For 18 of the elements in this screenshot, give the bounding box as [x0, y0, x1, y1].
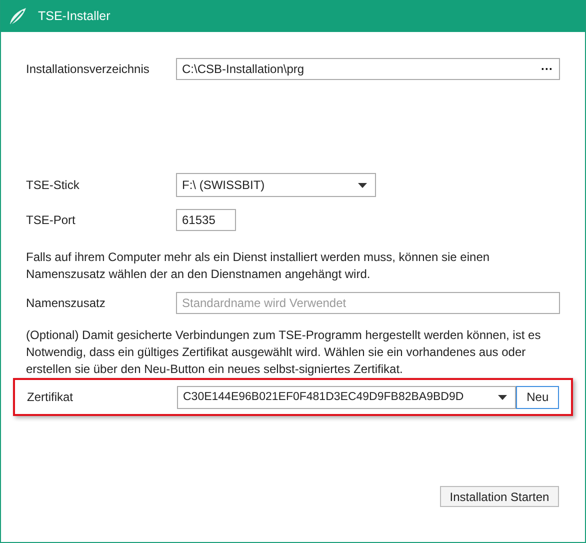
- directory-field[interactable]: C:\CSB-Installation\prg ···: [176, 58, 560, 80]
- field-label: TSE-Port: [26, 213, 76, 227]
- field-label: Zertifikat: [27, 390, 74, 404]
- dropdown-caret-icon[interactable]: [358, 182, 367, 188]
- stick-dropdown[interactable]: F:\ (SWISSBIT): [176, 173, 376, 197]
- install-button[interactable]: Installation Starten: [440, 486, 559, 507]
- field-label: Namenszusatz: [26, 296, 106, 310]
- leaf-logo-icon: [9, 7, 27, 25]
- field-label: Installationsverzeichnis: [26, 62, 150, 76]
- dropdown-caret-icon[interactable]: [498, 394, 508, 400]
- field-label: TSE-Stick: [26, 178, 80, 192]
- hint-text: (Optional) Damit gesicherte Verbindungen zum TSE-Programm hergestellt werden können, ist es Notwendig, dass ein gültiges Zertifikat ausgewählt wird. Wählen sie ein vorhandenes aus oder erstellen sie über den Neu-Button ein neues selbst-signiertes Zertifikat.: [26, 327, 542, 378]
- new-button[interactable]: Neu: [516, 386, 559, 408]
- port-field[interactable]: 61535: [176, 209, 236, 231]
- hint-text: Falls auf ihrem Computer mehr als ein Dienst installiert werden muss, können sie einen Namenszusatz wählen der an den Dienstnamen angehängt wird.: [26, 249, 491, 283]
- certificate-dropdown[interactable]: C30E144E96B021EF0F481D3EC49D9FB82BA9BD9D: [177, 386, 516, 408]
- browse-button[interactable]: ···: [535, 59, 559, 79]
- window-title: TSE-Installer: [38, 9, 110, 23]
